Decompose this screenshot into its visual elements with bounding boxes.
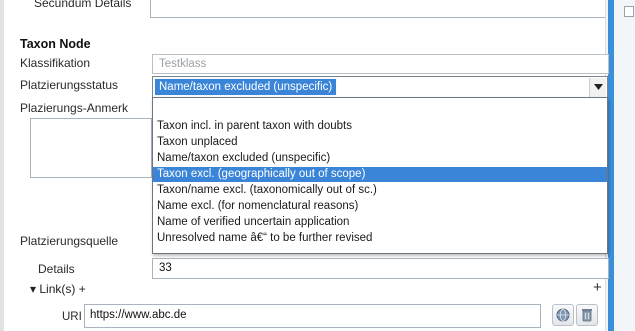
dropdown-option[interactable] [153, 100, 607, 115]
platzierungsstatus-label: Platzierungsstatus [20, 78, 119, 92]
panel-left-border [0, 0, 4, 331]
details-value: 33 [159, 262, 172, 274]
uri-value: https://www.abc.de [90, 309, 187, 321]
platzierungsstatus-selected: Name/taxon excluded (unspecific) [153, 78, 338, 96]
plazierungs-anmerkung-label: Plazierungs-Anmerk [20, 101, 129, 115]
dropdown-option[interactable]: Name/taxon excluded (unspecific) [153, 151, 607, 166]
dropdown-option[interactable]: Taxon/name excl. (taxonomically out of s… [153, 183, 607, 198]
dropdown-option[interactable]: Name of verified uncertain application [153, 215, 607, 230]
uri-label: URI [62, 311, 82, 323]
dropdown-option[interactable]: Name excl. (for nomenclatural reasons) [153, 199, 607, 214]
globe-icon [556, 308, 570, 322]
trash-icon [582, 309, 592, 322]
platzierungsquelle-label: Platzierungsquelle [20, 234, 119, 248]
dropdown-option[interactable]: Taxon incl. in parent taxon with doubts [153, 119, 607, 134]
plazierungs-anmerkung-textarea[interactable] [30, 118, 152, 178]
chevron-down-icon[interactable] [589, 78, 606, 97]
secundum-details-label: Secundum Details [34, 0, 132, 10]
klassifikation-label: Klassifikation [20, 56, 91, 70]
right-frame [605, 0, 635, 331]
secundum-details-field[interactable] [150, 0, 611, 18]
dropdown-option[interactable]: Taxon unplaced [153, 135, 607, 150]
dropdown-option-highlighted[interactable]: Taxon excl. (geographically out of scope… [153, 167, 607, 182]
uri-input[interactable]: https://www.abc.de [84, 304, 541, 328]
details-label: Details [38, 262, 75, 276]
platzierungsstatus-dropdown-list[interactable]: Taxon incl. in parent taxon with doubts … [152, 97, 608, 254]
delete-uri-button[interactable] [576, 304, 598, 326]
document-icon [624, 6, 634, 17]
klassifikation-field[interactable]: Testklass [152, 54, 609, 74]
section-title-taxon-node: Taxon Node [20, 37, 91, 51]
platzierungsstatus-combo[interactable]: Name/taxon excluded (unspecific) [152, 76, 608, 99]
add-link-button[interactable]: + [593, 279, 602, 296]
open-uri-button[interactable] [552, 304, 574, 326]
details-field[interactable]: 33 [152, 258, 609, 279]
dropdown-option[interactable]: Unresolved name â€“ to be further revise… [153, 231, 607, 246]
klassifikation-value: Testklass [159, 58, 207, 70]
frame-blue-bar [608, 0, 614, 331]
links-toggle[interactable]: ▾ Link(s) + [30, 282, 86, 296]
